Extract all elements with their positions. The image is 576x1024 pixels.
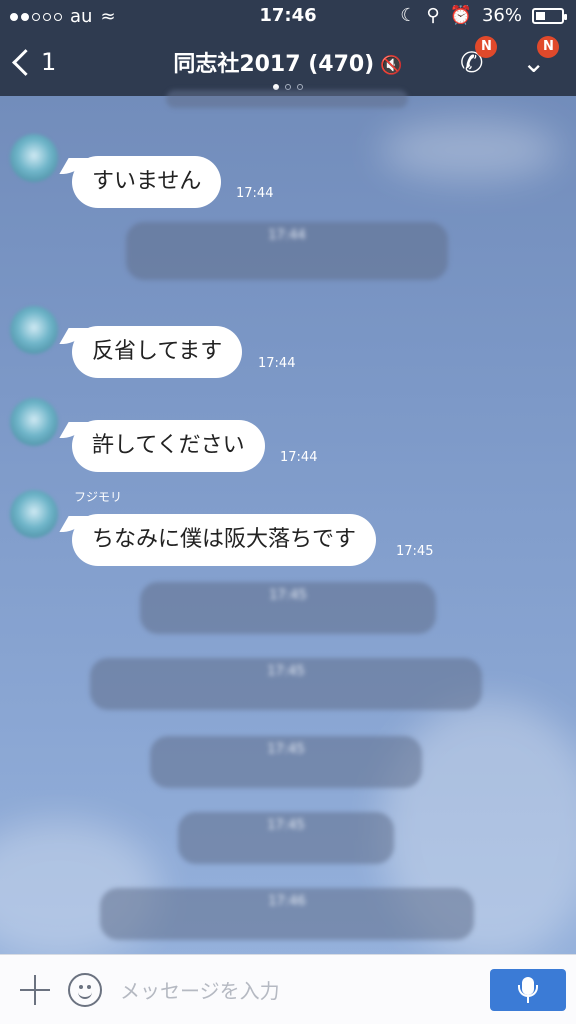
battery-icon — [532, 7, 567, 24]
sender-name — [72, 394, 95, 408]
mute-icon: 🔇 — [380, 55, 403, 76]
add-attachment-button[interactable] — [18, 973, 52, 1007]
system-message: 17:45 — [178, 812, 394, 864]
avatar[interactable] — [10, 398, 58, 446]
battery-percent: 36% — [481, 5, 522, 26]
system-message: 17:45 — [140, 582, 436, 634]
message-bubble[interactable]: すいません — [72, 156, 222, 208]
call-button[interactable]: ✆ N — [460, 36, 498, 79]
do-not-disturb-icon: ☾ — [400, 5, 417, 26]
sender-name — [72, 300, 95, 314]
voice-input-button[interactable] — [490, 969, 566, 1011]
system-message: 17:46 — [100, 888, 474, 940]
system-message: 17:44 — [126, 222, 448, 280]
message-time: 17:44 — [236, 186, 274, 201]
message-input-bar — [0, 954, 576, 1024]
avatar[interactable] — [10, 306, 58, 354]
message-time: 17:44 — [258, 356, 296, 371]
message-list[interactable]: すいません 17:44 17:44 反省してます 17:44 許してください 1… — [0, 90, 576, 954]
menu-dropdown-button[interactable]: ⌄ N — [522, 36, 560, 79]
message-input[interactable] — [118, 973, 472, 1009]
avatar[interactable] — [10, 134, 58, 182]
status-bar: au ≈ 17:46 ☾ ⚲ ⏰ 36% — [0, 0, 576, 32]
system-message — [166, 90, 408, 108]
chat-header: 1 同志社2017 (470) 🔇 ✆ N ⌄ N — [0, 32, 576, 96]
message-time: 17:44 — [280, 450, 318, 465]
sender-name — [72, 130, 95, 144]
alarm-icon: ⏰ — [449, 5, 472, 26]
emoji-button[interactable] — [68, 973, 102, 1007]
system-message: 17:45 — [90, 658, 482, 710]
orientation-lock-icon: ⚲ — [426, 5, 440, 26]
message-bubble[interactable]: 許してください — [72, 420, 265, 472]
system-message: 17:45 — [150, 736, 422, 788]
sender-name: フジモリ — [74, 490, 123, 504]
message-time: 17:45 — [396, 544, 434, 559]
avatar[interactable] — [10, 490, 58, 538]
chat-title-text: 同志社2017 (470) — [173, 52, 375, 77]
message-bubble[interactable]: 反省してます — [72, 326, 243, 378]
chat-screen: au ≈ 17:46 ☾ ⚲ ⏰ 36% 1 同志社2017 (470) 🔇 ✆ … — [0, 0, 576, 1024]
message-bubble[interactable]: ちなみに僕は阪大落ちです — [72, 514, 377, 566]
